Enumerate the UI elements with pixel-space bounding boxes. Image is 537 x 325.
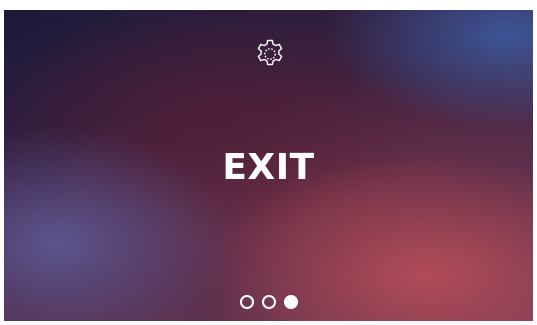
- gear-icon: [253, 37, 287, 71]
- page-title: EXIT: [222, 147, 315, 188]
- settings-button[interactable]: [253, 37, 287, 71]
- page-dot-1[interactable]: [240, 295, 254, 309]
- page-indicator: [240, 295, 298, 309]
- page-dot-2[interactable]: [262, 295, 276, 309]
- page-dot-3-active[interactable]: [284, 295, 298, 309]
- exit-screen: EXIT: [4, 10, 533, 321]
